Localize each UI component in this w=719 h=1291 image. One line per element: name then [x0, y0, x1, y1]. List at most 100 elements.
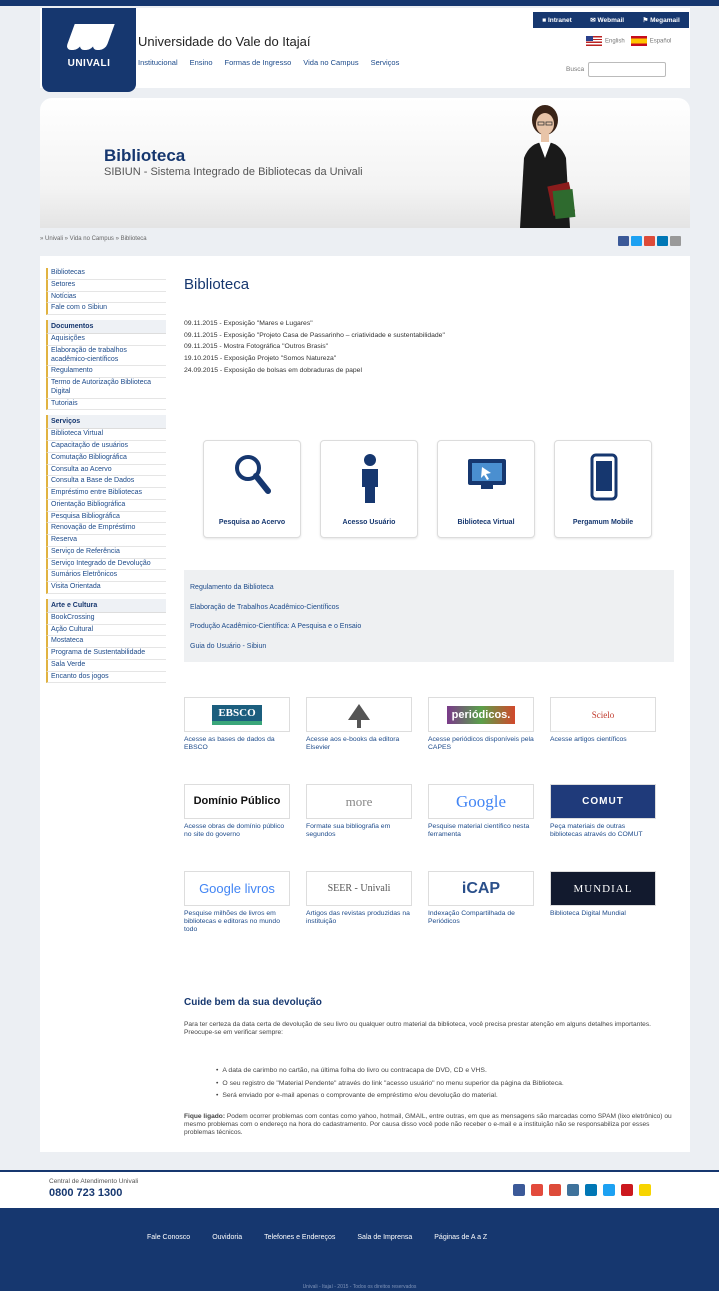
sidebar-item-biblioteca-virtual[interactable]: Biblioteca Virtual [46, 429, 166, 441]
univali-logo[interactable]: UNIVALI [42, 8, 136, 92]
email-share-icon[interactable] [670, 236, 681, 246]
footer-link-paginas-a-z[interactable]: Páginas de A a Z [434, 1234, 487, 1241]
google-plus-share-icon[interactable] [644, 236, 655, 246]
search-input[interactable] [588, 62, 667, 77]
google-scholar-logo: Google [428, 784, 534, 819]
resource-more[interactable]: more Formate sua bibliografia em segundo… [306, 784, 414, 862]
sidebar-item-pesquisa[interactable]: Pesquisa Bibliográfica [46, 511, 166, 524]
youtube-icon[interactable] [621, 1184, 633, 1196]
footer-link-telefones[interactable]: Telefones e Endereços [264, 1234, 335, 1241]
sidebar-item-fale[interactable]: Fale com o Sibiun [46, 303, 166, 315]
sidebar-item-reserva[interactable]: Reserva [46, 535, 166, 547]
link-elaboracao[interactable]: Elaboração de Trabalhos Acadêmico-Cientí… [190, 598, 668, 618]
sidebar-item-comutacao[interactable]: Comutação Bibliográfica [46, 452, 166, 465]
news-item[interactable]: 24.09.2015 - Exposição de bolsas em dobr… [184, 365, 445, 377]
sidebar-item-noticias[interactable]: Notícias [46, 291, 166, 304]
biblioteca-mundial-logo: MUNDIAL [550, 871, 656, 906]
logo-mark-icon [65, 24, 115, 52]
linkedin-icon[interactable] [585, 1184, 597, 1196]
sidebar-item-termo[interactable]: Termo de Autorização Biblioteca Digital [46, 378, 166, 399]
webmail-link[interactable]: ✉ Webmail [590, 16, 624, 24]
news-item[interactable]: 09.11.2015 - Mostra Fotográfica "Outros … [184, 341, 445, 353]
sidebar-item-orientacao[interactable]: Orientação Bibliográfica [46, 499, 166, 512]
phone-number[interactable]: 0800 723 1300 [49, 1187, 122, 1199]
facebook-share-icon[interactable] [618, 236, 629, 246]
tile-acesso-usuario[interactable]: Acesso Usuário [320, 440, 418, 538]
news-item[interactable]: 09.11.2015 - Exposição "Projeto Casa de … [184, 330, 445, 342]
sidebar-item-bibliotecas[interactable]: Bibliotecas [46, 268, 166, 280]
facebook-icon[interactable] [513, 1184, 525, 1196]
snapchat-icon[interactable] [639, 1184, 651, 1196]
sidebar: Bibliotecas Setores Notícias Fale com o … [46, 268, 166, 688]
sidebar-item-renovacao[interactable]: Renovação de Empréstimo [46, 523, 166, 535]
resource-google-livros[interactable]: Google livros Pesquise milhões de livros… [184, 871, 292, 949]
sidebar-item-devolucao[interactable]: Serviço Integrado de Devolução [46, 558, 166, 571]
resource-ebsco[interactable]: EBSCO Acesse as bases de dados da EBSCO [184, 697, 292, 775]
lang-espanol[interactable]: Español [630, 36, 671, 46]
google-plus-icon[interactable] [549, 1184, 561, 1196]
sidebar-item-consulta-acervo[interactable]: Consulta ao Acervo [46, 464, 166, 477]
footer-link-ouvidoria[interactable]: Ouvidoria [212, 1234, 242, 1241]
resource-dominio-publico[interactable]: Domínio Público Acesse obras de domínio … [184, 784, 292, 862]
link-regulamento[interactable]: Regulamento da Biblioteca [190, 578, 668, 598]
list-item: A data de carimbo no cartão, na última f… [216, 1065, 564, 1078]
resource-caption: Indexação Compartilhada de Periódicos [428, 910, 515, 926]
resource-seer[interactable]: SEER - Univali Artigos das revistas prod… [306, 871, 414, 949]
sidebar-item-tutoriais[interactable]: Tutoriais [46, 398, 166, 411]
sidebar-item-referencia[interactable]: Serviço de Referência [46, 546, 166, 559]
breadcrumb[interactable]: » Univali » Vida no Campus » Biblioteca [40, 236, 147, 242]
sidebar-item-acao-cultural[interactable]: Ação Cultural [46, 624, 166, 637]
instagram-icon[interactable] [567, 1184, 579, 1196]
icap-logo: iCAP [428, 871, 534, 906]
sidebar-item-visita[interactable]: Visita Orientada [46, 582, 166, 594]
sidebar-item-bookcrossing[interactable]: BookCrossing [46, 612, 166, 625]
footer-link-imprensa[interactable]: Sala de Imprensa [357, 1234, 412, 1241]
footer: Central de Atendimento Univali 0800 723 … [0, 1170, 719, 1291]
sidebar-item-capacitacao[interactable]: Capacitação de usuários [46, 441, 166, 453]
sidebar-item-setores[interactable]: Setores [46, 279, 166, 292]
link-producao[interactable]: Produção Acadêmico-Científica: A Pesquis… [190, 617, 668, 637]
resource-elsevier[interactable]: Acesse aos e-books da editora Elsevier [306, 697, 414, 775]
resource-scielo[interactable]: Scielo Acesse artigos científicos [550, 697, 658, 775]
sidebar-item-aquisicoes[interactable]: Aquisições [46, 334, 166, 346]
tile-biblioteca-virtual[interactable]: Biblioteca Virtual [437, 440, 535, 538]
sidebar-item-consulta-base[interactable]: Consulta a Base de Dados [46, 476, 166, 488]
news-list: 09.11.2015 - Exposição "Mares e Lugares"… [184, 318, 445, 377]
lang-english[interactable]: English [586, 36, 625, 46]
sidebar-item-jogos[interactable]: Encanto dos jogos [46, 671, 166, 684]
university-name[interactable]: Universidade do Vale do Itajaí [138, 34, 310, 49]
twitter-icon[interactable] [603, 1184, 615, 1196]
resource-biblioteca-mundial[interactable]: MUNDIAL Biblioteca Digital Mundial [550, 871, 658, 949]
footer-link-fale-conosco[interactable]: Fale Conosco [147, 1234, 190, 1241]
sidebar-item-emprestimo[interactable]: Empréstimo entre Bibliotecas [46, 488, 166, 500]
resource-icap[interactable]: iCAP Indexação Compartilhada de Periódic… [428, 871, 536, 949]
nav-servicos[interactable]: Serviços [371, 58, 400, 67]
page-banner: Biblioteca SIBIUN - Sistema Integrado de… [40, 98, 690, 228]
sidebar-item-sustentabilidade[interactable]: Programa de Sustentabilidade [46, 648, 166, 660]
news-item[interactable]: 09.11.2015 - Exposição "Mares e Lugares" [184, 318, 445, 330]
nav-ensino[interactable]: Ensino [190, 58, 213, 67]
news-item[interactable]: 19.10.2015 - Exposição Projeto "Somos Na… [184, 353, 445, 365]
resource-google-scholar[interactable]: Google Pesquise material científico nest… [428, 784, 536, 862]
nav-institucional[interactable]: Institucional [138, 58, 178, 67]
linkedin-share-icon[interactable] [657, 236, 668, 246]
nav-formas-ingresso[interactable]: Formas de Ingresso [225, 58, 292, 67]
sidebar-item-sumarios[interactable]: Sumários Eletrônicos [46, 570, 166, 582]
nav-vida-campus[interactable]: Vida no Campus [303, 58, 358, 67]
resource-capes[interactable]: periódicos. Acesse periódicos disponívei… [428, 697, 536, 775]
twitter-share-icon[interactable] [631, 236, 642, 246]
intranet-link[interactable]: ■ Intranet [542, 17, 572, 24]
sidebar-item-elaboracao[interactable]: Elaboração de trabalhos acadêmico-cientí… [46, 345, 166, 367]
tile-pergamum-mobile[interactable]: Pergamum Mobile [554, 440, 652, 538]
sidebar-item-mostateca[interactable]: Mostateca [46, 636, 166, 648]
tip-label: Fique ligado: [184, 1113, 226, 1120]
flickr-icon[interactable] [531, 1184, 543, 1196]
banner-title: Biblioteca [104, 146, 186, 165]
sidebar-item-regulamento[interactable]: Regulamento [46, 366, 166, 378]
resource-caption: Artigos das revistas produzidas na insti… [306, 910, 410, 926]
resource-comut[interactable]: COMUT Peça materiais de outras bibliotec… [550, 784, 658, 862]
sidebar-item-sala-verde[interactable]: Sala Verde [46, 659, 166, 672]
tile-pesquisa-acervo[interactable]: Pesquisa ao Acervo [203, 440, 301, 538]
link-guia-usuario[interactable]: Guia do Usuário - Sibiun [190, 637, 668, 657]
megamail-link[interactable]: ⚑ Megamail [643, 16, 680, 24]
